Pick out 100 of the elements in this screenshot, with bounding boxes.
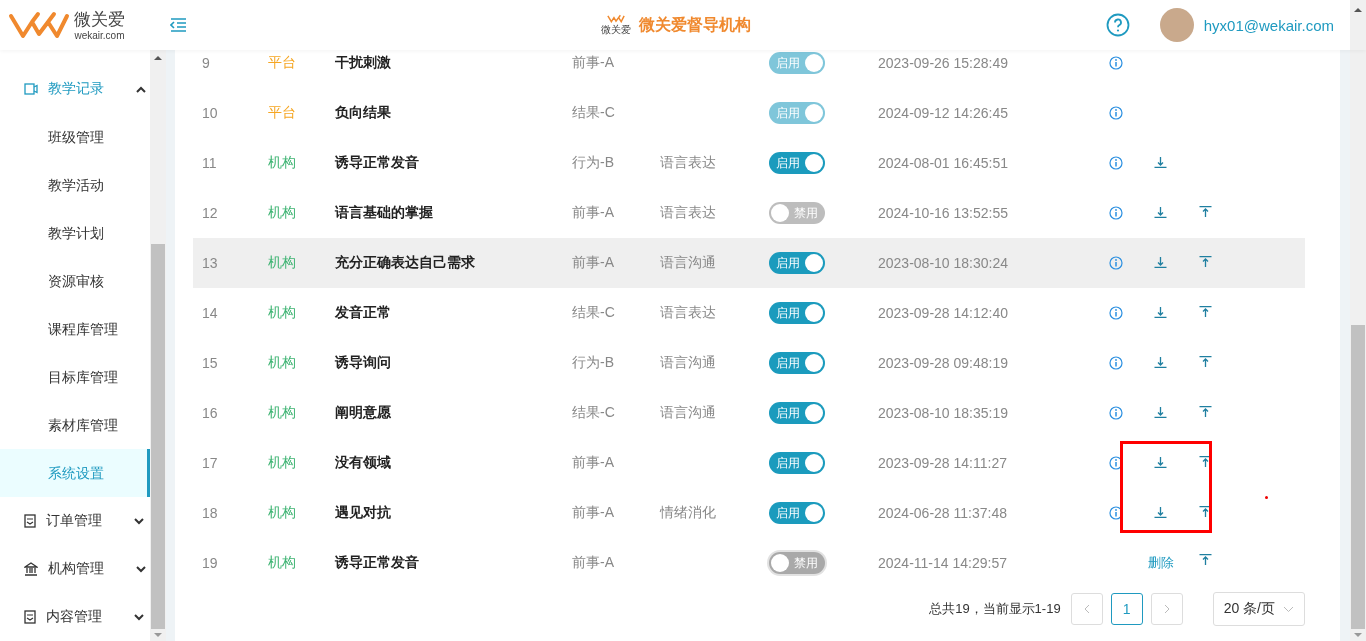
item-name: 诱导询问 <box>335 354 392 372</box>
sidebar-subitem[interactable]: 班级管理 <box>0 113 150 161</box>
domain-label: 语言表达 <box>660 204 716 220</box>
upload-icon[interactable] <box>1199 554 1212 566</box>
timestamp: 2024-11-14 14:29:57 <box>878 555 1008 571</box>
download-icon[interactable] <box>1154 406 1167 418</box>
sidebar-item[interactable]: 内容管理 <box>0 593 150 641</box>
info-icon[interactable] <box>1108 256 1123 270</box>
page-size-select[interactable]: 20 条/页 <box>1212 592 1305 626</box>
sidebar-subitem[interactable]: 目标库管理 <box>0 353 150 401</box>
type-label: 行为-B <box>572 354 615 372</box>
sidebar-item[interactable]: 教学记录 <box>0 65 150 113</box>
app-title: 微关爱督导机构 <box>638 14 751 35</box>
upload-icon[interactable] <box>1199 256 1212 268</box>
status-toggle[interactable]: 启用 <box>769 252 825 274</box>
type-label: 前事-A <box>572 254 615 272</box>
info-icon[interactable] <box>1108 356 1123 370</box>
upload-icon[interactable] <box>1199 506 1212 518</box>
info-icon[interactable] <box>1108 306 1123 320</box>
source-label: 机构 <box>268 454 297 472</box>
domain-label: 语言沟通 <box>660 404 716 420</box>
upload-icon[interactable] <box>1199 206 1212 218</box>
item-name: 诱导正常发音 <box>335 554 420 572</box>
help-icon[interactable] <box>1105 13 1130 37</box>
page-scrollbar[interactable] <box>1350 50 1366 641</box>
item-name: 发音正常 <box>335 304 392 322</box>
download-icon[interactable] <box>1154 206 1167 218</box>
upload-icon[interactable] <box>1199 356 1212 368</box>
status-toggle[interactable]: 启用 <box>769 402 825 424</box>
sidebar-item[interactable]: 订单管理 <box>0 497 150 545</box>
download-icon[interactable] <box>1154 256 1167 268</box>
source-label: 机构 <box>268 204 297 222</box>
row-number: 14 <box>201 305 219 321</box>
status-toggle[interactable]: 禁用 <box>769 202 825 224</box>
page-button[interactable]: 1 <box>1110 593 1143 625</box>
download-icon[interactable] <box>1154 356 1167 368</box>
sidebar-subitem[interactable]: 教学活动 <box>0 161 150 209</box>
avatar[interactable] <box>1159 8 1194 42</box>
download-icon[interactable] <box>1154 306 1167 318</box>
info-icon[interactable] <box>1108 156 1123 170</box>
row-number: 12 <box>201 205 219 221</box>
status-toggle[interactable]: 启用 <box>769 152 825 174</box>
logo-icon <box>8 10 70 40</box>
domain-label: 情绪消化 <box>660 504 716 520</box>
sidebar-subitem[interactable]: 课程库管理 <box>0 305 150 353</box>
timestamp: 2023-09-28 14:12:40 <box>878 305 1009 321</box>
source-label: 机构 <box>268 154 297 172</box>
info-icon[interactable] <box>1108 106 1123 120</box>
source-label: 机构 <box>268 354 297 372</box>
status-toggle[interactable]: 启用 <box>769 502 825 524</box>
row-number: 15 <box>201 355 219 371</box>
info-icon[interactable] <box>1108 406 1123 420</box>
item-name: 没有领域 <box>335 454 392 472</box>
download-icon[interactable] <box>1154 456 1167 468</box>
sidebar-scrollbar[interactable] <box>150 50 166 641</box>
row-number: 16 <box>201 405 219 421</box>
sidebar-subitem[interactable]: 资源审核 <box>0 257 150 305</box>
row-number: 17 <box>201 455 219 471</box>
download-icon[interactable] <box>1154 156 1167 168</box>
sidebar-item[interactable]: 机构管理 <box>0 545 150 593</box>
info-icon[interactable] <box>1108 456 1123 470</box>
sidebar-subitem[interactable]: 教学计划 <box>0 209 150 257</box>
info-icon[interactable] <box>1108 506 1123 520</box>
row-number: 13 <box>201 255 219 271</box>
chevron-icon <box>136 565 146 573</box>
timestamp: 2023-09-28 09:48:19 <box>878 355 1009 371</box>
upload-icon[interactable] <box>1199 406 1212 418</box>
item-name: 干扰刺激 <box>335 54 392 72</box>
info-icon[interactable] <box>1108 206 1123 220</box>
menu-collapse-icon[interactable] <box>170 18 186 32</box>
upload-icon[interactable] <box>1199 306 1212 318</box>
chevron-icon <box>136 85 146 93</box>
item-name: 语言基础的掌握 <box>335 204 434 222</box>
chevron-right-icon <box>1163 604 1170 614</box>
sidebar-subitem[interactable]: 系统设置 <box>0 449 150 497</box>
source-label: 平台 <box>268 54 297 72</box>
status-toggle[interactable]: 启用 <box>769 352 825 374</box>
delete-link[interactable]: 删除 <box>1147 554 1174 572</box>
domain-label: 语言表达 <box>660 154 716 170</box>
sidebar-subitem[interactable]: 素材库管理 <box>0 401 150 449</box>
pagination-summary: 总共19，当前显示1-19 <box>929 600 1061 618</box>
scroll-up-icon[interactable] <box>1354 8 1362 12</box>
source-label: 机构 <box>268 304 297 322</box>
download-icon[interactable] <box>1154 506 1167 518</box>
row-number: 18 <box>201 505 219 521</box>
upload-icon[interactable] <box>1199 456 1212 468</box>
row-number: 11 <box>201 155 218 171</box>
timestamp: 2023-09-28 14:11:27 <box>878 455 1008 471</box>
type-label: 结果-C <box>572 304 616 322</box>
info-icon[interactable] <box>1108 56 1123 70</box>
timestamp: 2024-06-28 11:37:48 <box>878 505 1008 521</box>
chevron-icon <box>134 613 144 621</box>
type-label: 前事-A <box>572 54 615 72</box>
brand-name: 微关爱 <box>74 9 125 30</box>
type-label: 前事-A <box>572 554 615 572</box>
item-name: 负向结果 <box>335 104 392 122</box>
status-toggle[interactable]: 启用 <box>769 302 825 324</box>
row-number: 9 <box>201 55 211 71</box>
status-toggle[interactable]: 启用 <box>769 452 825 474</box>
user-email[interactable]: hyx01@wekair.com <box>1203 16 1334 34</box>
